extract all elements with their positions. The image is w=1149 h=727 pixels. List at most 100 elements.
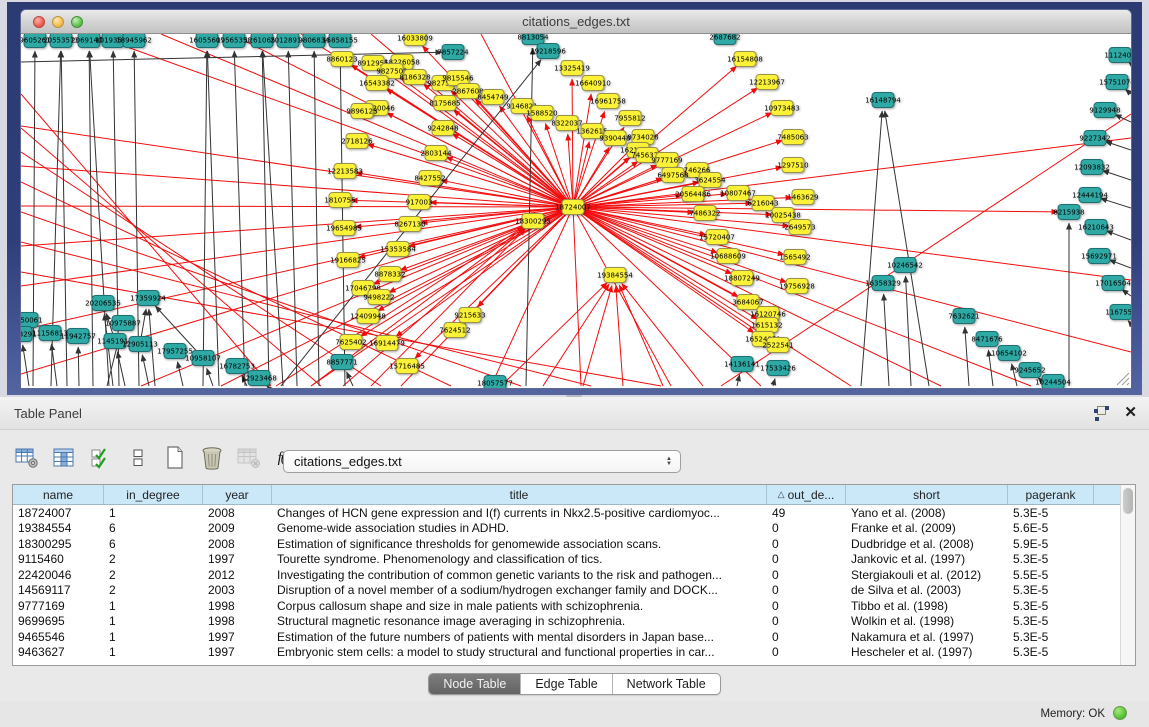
unmerge-rows-icon[interactable] <box>125 444 151 472</box>
column-header-title[interactable]: title <box>272 485 767 504</box>
table-select-dropdown[interactable]: citations_edges.txt ▲▼ <box>283 450 681 473</box>
table-vertical-scrollbar[interactable] <box>1120 485 1135 665</box>
float-panel-icon[interactable] <box>1094 406 1109 421</box>
graph-node[interactable]: 16358329 <box>865 276 901 291</box>
graph-node[interactable]: 2649573 <box>784 220 815 235</box>
graph-node[interactable]: 9498222 <box>363 290 394 305</box>
graph-node[interactable]: 1810755 <box>324 193 355 208</box>
tab-node-table[interactable]: Node Table <box>429 674 521 694</box>
graph-node[interactable]: 16033809 <box>397 34 433 46</box>
graph-node[interactable]: 19218596 <box>530 44 566 59</box>
graph-node[interactable]: 12444194 <box>1072 188 1108 203</box>
tab-edge-table[interactable]: Edge Table <box>521 674 612 694</box>
graph-node[interactable]: 18057577 <box>477 376 513 389</box>
citation-network-graph[interactable]: 9605261205535732069140610193573189459621… <box>21 34 1131 388</box>
graph-node[interactable]: 1588520 <box>526 106 557 121</box>
graph-node[interactable]: 12409948 <box>350 309 386 324</box>
table-row[interactable]: 946362711997Embryonic stem cells: a mode… <box>13 645 1120 661</box>
graph-node[interactable]: 1167553 <box>1105 305 1131 320</box>
graph-node[interactable]: 8267130 <box>394 217 425 232</box>
graph-node[interactable]: 13325419 <box>554 61 590 76</box>
graph-node[interactable]: 16210643 <box>1078 220 1114 235</box>
graph-node[interactable]: 917003 <box>406 195 433 210</box>
close-panel-icon[interactable]: ✕ <box>1124 403 1137 421</box>
graph-node[interactable]: 12093832 <box>1074 160 1110 175</box>
column-header-in_degree[interactable]: in_degree <box>104 485 203 504</box>
column-settings-icon[interactable] <box>14 444 40 472</box>
graph-node[interactable]: 8471676 <box>971 332 1003 347</box>
table-row[interactable]: 1456911722003Disruption of a novel membe… <box>13 583 1120 599</box>
graph-node[interactable]: 8454749 <box>477 90 508 105</box>
column-header-pagerank[interactable]: pagerank <box>1008 485 1094 504</box>
graph-node[interactable]: 15858155 <box>322 34 358 48</box>
graph-node[interactable]: 1650061 <box>21 313 43 328</box>
graph-node[interactable]: 9896123 <box>346 104 377 119</box>
column-header-short[interactable]: short <box>846 485 1008 504</box>
graph-node[interactable]: 9390448 <box>599 131 630 146</box>
table-row[interactable]: 1872400712008Changes of HCN gene express… <box>13 505 1120 521</box>
column-header-year[interactable]: year <box>203 485 272 504</box>
graph-node[interactable]: 1565492 <box>779 250 810 265</box>
network-canvas[interactable]: 9605261205535732069140610193573189459621… <box>21 34 1131 388</box>
graph-node[interactable]: 14136141 <box>724 357 760 372</box>
new-document-icon[interactable] <box>162 444 188 472</box>
graph-node[interactable]: 1112406 <box>1104 48 1131 63</box>
graph-node[interactable]: 8813054 <box>517 34 549 45</box>
graph-node[interactable]: 1297510 <box>777 158 808 173</box>
graph-node[interactable]: 20564486 <box>675 187 711 202</box>
graph-node[interactable]: 9242848 <box>427 121 458 136</box>
graph-node[interactable]: 2718126 <box>341 134 373 149</box>
network-window-titlebar[interactable]: citations_edges.txt <box>21 10 1131 34</box>
graph-node[interactable]: 3624554 <box>694 173 726 188</box>
graph-node[interactable]: 20206535 <box>85 296 121 311</box>
table-row[interactable]: 977716911998Corpus callosum shape and si… <box>13 598 1120 614</box>
graph-node[interactable]: 1463629 <box>787 190 818 205</box>
graph-node[interactable]: 7485063 <box>777 130 808 145</box>
graph-node[interactable]: 8857771 <box>326 355 357 370</box>
table-row[interactable]: 1830029562008Estimation of significance … <box>13 536 1120 552</box>
graph-node[interactable]: 12213967 <box>749 75 785 90</box>
graph-node[interactable]: 7955812 <box>614 111 645 126</box>
column-header-out_de[interactable]: △out_de... <box>767 485 846 504</box>
graph-node[interactable]: 8427552 <box>414 171 445 186</box>
graph-node[interactable]: 15751074 <box>1099 75 1131 90</box>
graph-node[interactable]: 16640910 <box>575 76 611 91</box>
graph-node[interactable]: 9227342 <box>1079 131 1110 146</box>
graph-node[interactable]: 7632621 <box>948 309 979 324</box>
graph-node[interactable]: 7857224 <box>437 45 469 60</box>
graph-node[interactable]: 8186328 <box>399 70 430 85</box>
graph-node[interactable]: 16961758 <box>590 94 626 109</box>
graph-node[interactable]: 7625402 <box>335 335 366 350</box>
graph-node[interactable]: 9245652 <box>1014 363 1045 378</box>
graph-node[interactable]: 2803144 <box>420 146 452 161</box>
graph-node[interactable]: 8175685 <box>429 96 460 111</box>
graph-node[interactable]: 15692971 <box>1081 249 1117 264</box>
graph-node[interactable]: 2687682 <box>709 34 740 45</box>
graph-node[interactable]: 19384554 <box>597 268 633 283</box>
table-row[interactable]: 969969511998Structural magnetic resonanc… <box>13 614 1120 630</box>
graph-node[interactable]: 8215938 <box>1053 205 1084 220</box>
table-row[interactable]: 911546021997Tourette syndrome. Phenomeno… <box>13 552 1120 568</box>
graph-node[interactable]: 16148794 <box>865 93 901 108</box>
graph-node[interactable]: 8878332 <box>374 267 405 282</box>
graph-node[interactable]: 7486322 <box>689 206 720 221</box>
graph-node[interactable]: 2522541 <box>762 338 793 353</box>
delete-rows-trash-icon[interactable] <box>199 444 225 472</box>
table-row[interactable]: 1938455462009Genome-wide association stu… <box>13 521 1120 537</box>
graph-node[interactable]: 6497568 <box>657 168 688 183</box>
graph-node[interactable]: 8860123 <box>326 52 357 67</box>
graph-node[interactable]: 19756928 <box>779 279 815 294</box>
select-columns-icon[interactable] <box>51 444 77 472</box>
graph-node[interactable]: 7624512 <box>439 323 470 338</box>
table-row[interactable]: 2242004622012Investigating the contribut… <box>13 567 1120 583</box>
graph-node[interactable]: 10654102 <box>991 346 1027 361</box>
graph-node[interactable]: 9777169 <box>651 153 682 168</box>
graph-node[interactable]: 17533426 <box>760 361 796 376</box>
graph-node[interactable]: 9129948 <box>1089 103 1120 118</box>
table-row[interactable]: 946554611997Estimation of the future num… <box>13 629 1120 645</box>
graph-node[interactable]: 10246542 <box>887 258 923 273</box>
graph-node[interactable]: 16154808 <box>727 52 763 67</box>
graph-node[interactable]: 10973483 <box>764 101 800 116</box>
graph-node[interactable]: 17016504 <box>1095 276 1131 291</box>
graph-node[interactable]: 12213583 <box>327 164 363 179</box>
